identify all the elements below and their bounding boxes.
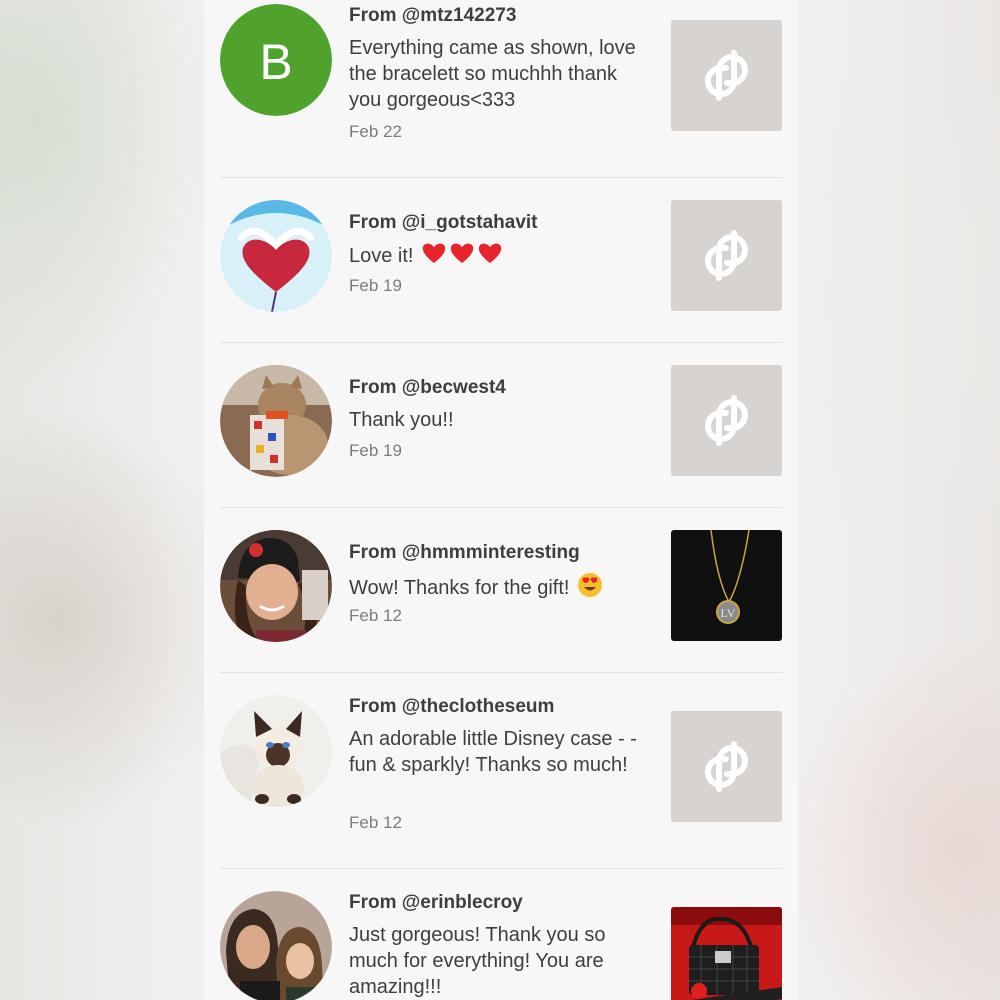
heart-eyes-icon [577, 572, 603, 605]
review-author[interactable]: From @i_gotstahavit [349, 212, 538, 234]
review-list[interactable]: B From @mtz142273 Everything came as sho… [204, 0, 798, 1000]
avatar[interactable] [220, 200, 332, 312]
poshmark-placeholder-icon [705, 741, 748, 792]
review-message: An adorable little Disney case - - fun &… [349, 728, 637, 776]
review-date: Feb 12 [349, 606, 402, 625]
handbag-photo-icon [671, 907, 782, 1000]
review-message: Thank you!! [349, 409, 454, 431]
divider [220, 177, 782, 178]
siamese-cat-avatar-icon [220, 695, 332, 807]
avatar[interactable]: B [220, 4, 332, 116]
listing-thumbnail[interactable] [671, 907, 782, 1000]
divider [220, 672, 782, 673]
review-date: Feb 12 [349, 813, 402, 832]
person-photo-avatar-icon [220, 530, 332, 642]
people-photo-avatar-icon [220, 891, 332, 1000]
divider [220, 868, 782, 869]
necklace-photo-icon: LV [671, 530, 782, 641]
review-date: Feb 19 [349, 276, 402, 295]
review-author[interactable]: From @theclotheseum [349, 696, 554, 718]
listing-thumbnail[interactable] [671, 365, 782, 476]
review-message: Wow! Thanks for the gift! [349, 576, 570, 599]
listing-thumbnail[interactable] [671, 200, 782, 311]
poshmark-placeholder-icon [705, 50, 748, 101]
review-author[interactable]: From @hmmminteresting [349, 542, 580, 564]
listing-thumbnail[interactable]: LV [671, 530, 782, 641]
poshmark-placeholder-icon [705, 230, 748, 281]
red-heart-icon [477, 241, 503, 272]
avatar[interactable] [220, 365, 332, 477]
avatar-letter: B [259, 34, 292, 90]
review-date: Feb 19 [349, 441, 402, 460]
svg-text:LV: LV [721, 606, 736, 620]
avatar[interactable] [220, 891, 332, 1000]
review-message: Love it! [349, 244, 414, 267]
poshmark-placeholder-icon [705, 395, 748, 446]
listing-thumbnail[interactable] [671, 20, 782, 131]
divider [220, 507, 782, 508]
red-heart-icon [449, 241, 475, 272]
review-author[interactable]: From @erinblecroy [349, 892, 523, 914]
listing-thumbnail[interactable] [671, 711, 782, 822]
cat-photo-avatar-icon [220, 365, 332, 477]
review-message-row: Wow! Thanks for the gift! [349, 572, 669, 605]
review-date: Feb 22 [349, 122, 402, 141]
divider [220, 342, 782, 343]
heart-hands-avatar-icon [220, 200, 332, 312]
avatar[interactable] [220, 695, 332, 807]
review-message: Just gorgeous! Thank you so much for eve… [349, 924, 606, 998]
letter-avatar-icon: B [220, 4, 332, 116]
red-heart-icon [421, 241, 447, 272]
review-message-row: Love it! [349, 241, 669, 272]
review-author[interactable]: From @becwest4 [349, 377, 506, 399]
review-author[interactable]: From @mtz142273 [349, 5, 516, 27]
review-message: Everything came as shown, love the brace… [349, 37, 636, 111]
avatar[interactable] [220, 530, 332, 642]
